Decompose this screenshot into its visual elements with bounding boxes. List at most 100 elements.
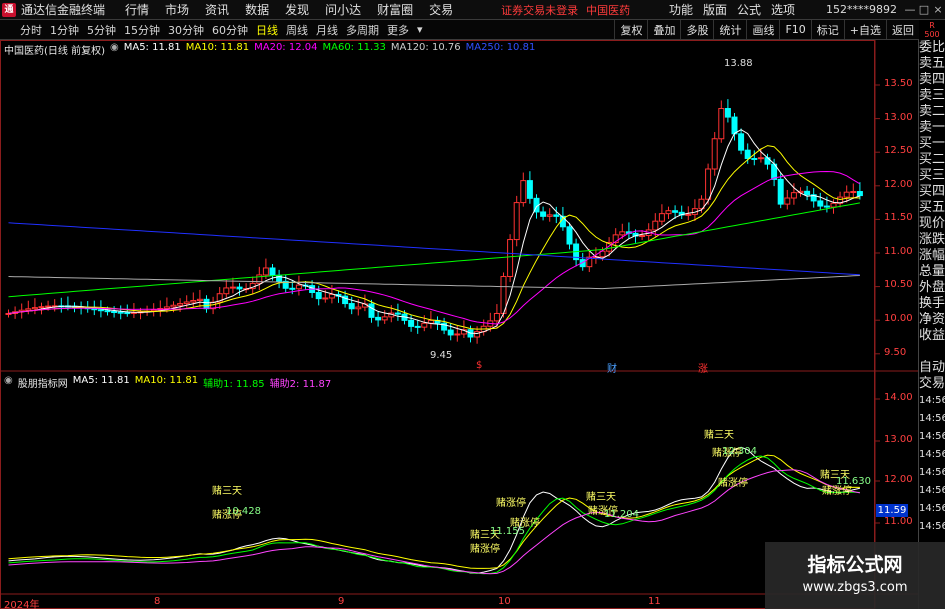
side-item[interactable]: 卖一 [919,120,945,136]
settings-icon[interactable]: ◉ [4,375,13,390]
date-2024: 2024年 [4,600,40,609]
side-item[interactable]: 14:56 [919,392,945,410]
period-multi[interactable]: 多周期 [342,22,383,38]
period-monthly[interactable]: 月线 [312,22,342,38]
side-item[interactable]: 净资 [919,312,945,328]
menu-xuanxiang[interactable]: 选项 [766,1,800,18]
menu-gongshi[interactable]: 公式 [732,1,766,18]
tool-biaoji[interactable]: 标记 [810,20,844,39]
side-item[interactable]: 现价 [919,216,945,232]
sub-ma10-label: MA10: 11.81 [134,375,199,386]
period-30min[interactable]: 30分钟 [164,22,208,38]
side-item[interactable]: 外盘 [919,280,945,296]
side-item[interactable]: 涨幅 [919,248,945,264]
period-5min[interactable]: 5分钟 [83,22,120,38]
side-item[interactable]: 卖二 [919,104,945,120]
candle-body [223,287,230,295]
side-item[interactable]: 买三 [919,168,945,184]
side-item[interactable]: 收益 [919,328,945,344]
axis-sub-14.00: 14.00 [884,392,913,403]
maximize-icon[interactable]: □ [917,3,931,16]
menu-faxian[interactable]: 发现 [277,1,317,18]
candle-body [315,291,322,300]
period-weekly[interactable]: 周线 [282,22,312,38]
finance-event-marker[interactable]: 财 [607,360,617,375]
side-item[interactable]: 委比 [919,40,945,56]
side-item[interactable]: 买四 [919,184,945,200]
minimize-icon[interactable]: — [903,3,917,16]
side-item[interactable]: 买二 [919,152,945,168]
tool-huaxian[interactable]: 画线 [746,20,779,39]
user-account[interactable]: 152****9892 [820,3,903,16]
candle-body [203,298,210,310]
menu-gongneng[interactable]: 功能 [664,1,698,18]
ma250-line [8,222,860,276]
date-oct: 10 [498,596,511,607]
date-nov: 11 [648,596,661,607]
dollar-event-marker[interactable]: $ [476,360,482,371]
candle-body [177,303,184,306]
kline-chart[interactable]: 赌三天 赌涨停 10.428 赌三天 赌涨停 赌涨停 赌涨停 11.155 赌三天 赌涨停 11.2… [0,40,918,609]
side-item[interactable]: 14:56 [919,428,945,446]
menu-shichang[interactable]: 市场 [157,1,197,18]
side-item[interactable]: 14:56 [919,482,945,500]
menu-zixun[interactable]: 资讯 [197,1,237,18]
candle-body [513,202,520,241]
candle-body [744,149,751,159]
side-item[interactable]: 卖四 [919,72,945,88]
axis-main-11.00: 11.00 [884,246,913,257]
aux2-label: 辅助2: 11.87 [269,379,332,390]
candle-body [31,307,38,310]
period-daily[interactable]: 日线 [252,22,282,38]
r500-badge[interactable]: R 500 [919,20,945,40]
candle-body [474,331,481,338]
menu-wenxiaoda[interactable]: 问小达 [317,1,369,18]
tool-f10[interactable]: F10 [779,20,810,39]
period-60min[interactable]: 60分钟 [208,22,252,38]
period-15min[interactable]: 15分钟 [120,22,164,38]
menu-caifuquan[interactable]: 财富圈 [369,1,421,18]
menu-shuju[interactable]: 数据 [237,1,277,18]
side-item[interactable]: 交易 [919,376,945,392]
candle-body [25,308,32,311]
tool-fanhui[interactable]: 返回 [886,20,919,39]
menu-hangqing[interactable]: 行情 [117,1,157,18]
candle-body [731,116,738,135]
period-1min[interactable]: 1分钟 [46,22,83,38]
watermark-title: 指标公式网 [807,554,903,576]
side-item[interactable]: 卖五 [919,56,945,72]
candle-body [170,304,177,308]
menu-jiaoyi[interactable]: 交易 [421,1,461,18]
chevron-down-icon[interactable]: ▾ [413,23,427,36]
side-item[interactable] [919,344,945,360]
tool-zixuan[interactable]: +自选 [843,20,886,39]
app-logo-icon: 通 [2,2,16,17]
candle-body [856,191,863,197]
tool-fuquan[interactable]: 复权 [614,20,647,39]
side-item[interactable]: 卖三 [919,88,945,104]
limit-event-marker[interactable]: 涨 [698,360,708,375]
side-item[interactable]: 买一 [919,136,945,152]
login-warning[interactable]: 证券交易未登录 [497,2,582,18]
tool-diejia[interactable]: 叠加 [647,20,680,39]
main-title: 中国医药(日线 前复权) [4,46,105,57]
side-item[interactable]: 14:56 [919,446,945,464]
side-item[interactable]: 买五 [919,200,945,216]
period-fenshi[interactable]: 分时 [16,22,46,38]
tool-duogu[interactable]: 多股 [680,20,713,39]
chart-canvas[interactable]: 赌三天赌涨停10.428赌三天赌涨停赌涨停赌涨停11.155赌三天赌涨停11.2… [0,40,918,609]
side-item[interactable]: 涨跌 [919,232,945,248]
side-item[interactable]: 自动 [919,360,945,376]
side-item[interactable]: 换手 [919,296,945,312]
tool-tongji[interactable]: 统计 [713,20,746,39]
side-item[interactable]: 14:56 [919,500,945,518]
side-item[interactable]: 14:56 [919,464,945,482]
settings-icon[interactable]: ◉ [110,42,119,57]
period-more[interactable]: 更多 [383,22,413,38]
side-item[interactable]: 总量 [919,264,945,280]
menu-banmian[interactable]: 版面 [698,1,732,18]
close-icon[interactable]: × [931,3,945,16]
candle-body [718,108,725,140]
side-item[interactable]: 14:56 [919,410,945,428]
side-item[interactable]: 14:56 [919,518,945,536]
